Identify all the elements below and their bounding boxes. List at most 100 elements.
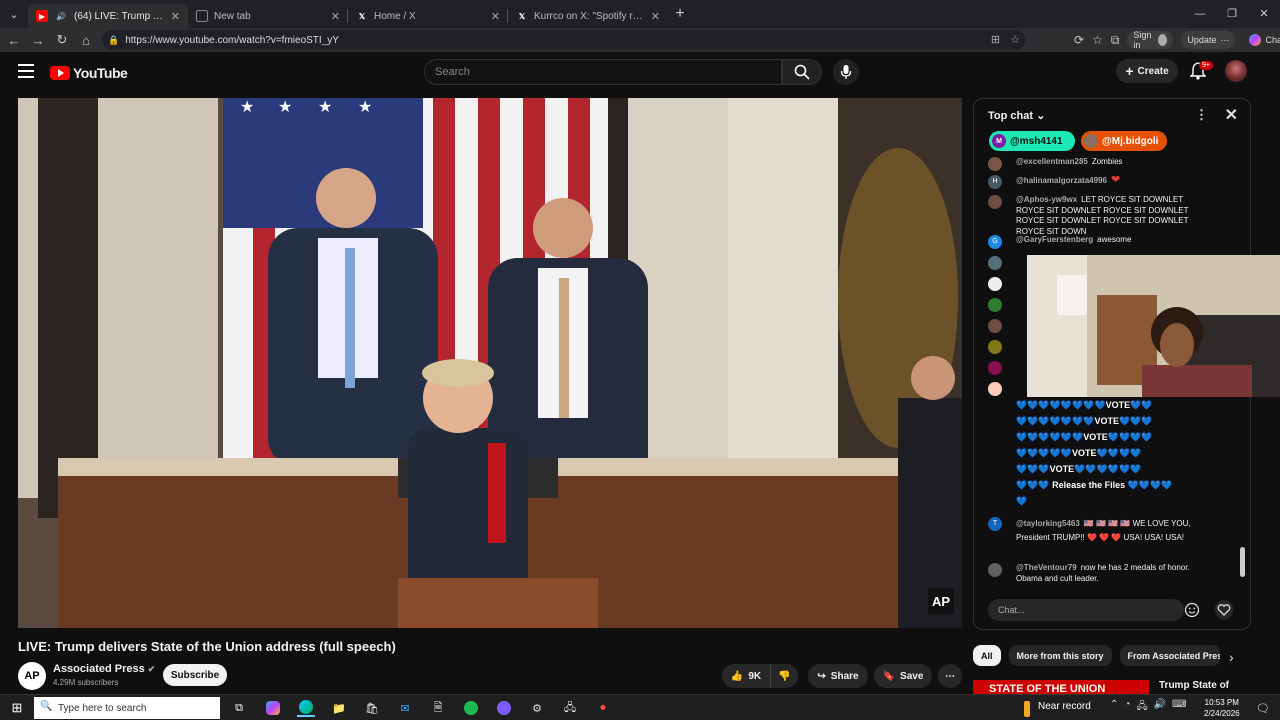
sign-in-button[interactable]: Sign in	[1127, 30, 1174, 50]
app-icon[interactable]: ⚙	[528, 699, 546, 717]
new-tab-button[interactable]: +	[668, 5, 692, 23]
copilot-chat-button[interactable]: Chat	[1243, 31, 1280, 49]
close-tab-icon[interactable]: ✕	[651, 10, 660, 23]
hamburger-menu-icon[interactable]	[18, 64, 34, 82]
language-icon[interactable]: ⌨	[1172, 699, 1186, 716]
chat-avatar	[988, 157, 1002, 171]
favorite-star-icon[interactable]: ☆	[1010, 33, 1020, 46]
youtube-logo[interactable]: YouTube	[50, 65, 128, 81]
video-title: LIVE: Trump delivers State of the Union …	[18, 639, 396, 654]
home-icon[interactable]: ⌂	[74, 33, 98, 48]
close-tab-icon[interactable]: ✕	[171, 10, 180, 23]
browser-tab-bar: ⌄ ▶ 🔊 (64) LIVE: Trump delivers State ✕ …	[0, 0, 1280, 28]
extensions-icon[interactable]: ⟳	[1074, 33, 1084, 47]
close-tab-icon[interactable]: ✕	[331, 10, 340, 23]
task-view-icon[interactable]: ⧉	[230, 699, 248, 717]
tab-list-icon[interactable]: ⌄	[0, 8, 28, 21]
video-frame: ★ ★ ★ ★	[18, 98, 962, 628]
chip-all[interactable]: All	[973, 645, 1001, 666]
forward-icon[interactable]: →	[26, 33, 50, 48]
ticker-item[interactable]: @Mj.bidgoli	[1081, 131, 1167, 151]
tab-youtube[interactable]: ▶ 🔊 (64) LIVE: Trump delivers State ✕	[28, 4, 188, 28]
discord-icon[interactable]	[495, 699, 513, 717]
apps-icon[interactable]: ⊞	[991, 33, 1000, 46]
chat-message[interactable]: T @taylorking5463 🇺🇸 🇺🇸 🇺🇸 🇺🇸 WE LOVE YOU,…	[988, 517, 1228, 545]
chat-input[interactable]: Chat...	[988, 599, 1184, 621]
chat-scrollbar-thumb[interactable]	[1240, 547, 1245, 577]
notepad-icon[interactable]: 🗎	[429, 699, 447, 717]
voice-search-button[interactable]	[833, 59, 859, 85]
heart-reaction-icon[interactable]	[1214, 600, 1234, 625]
app-icon[interactable]: 🖧	[561, 699, 579, 717]
obs-icon[interactable]: ⏺	[594, 699, 612, 717]
network-icon[interactable]: 🖧	[1136, 699, 1147, 716]
tab-new[interactable]: New tab ✕	[188, 4, 348, 28]
chat-menu-icon[interactable]: ⋮	[1195, 107, 1208, 123]
favorites-icon[interactable]: ☆	[1092, 33, 1103, 47]
close-chat-icon[interactable]: ✕	[1225, 105, 1238, 125]
search-button[interactable]	[782, 59, 822, 85]
youtube-icon: ▶	[36, 10, 48, 22]
chat-message[interactable]: @excellentman285 Zombies	[988, 157, 1228, 171]
tab-x-home[interactable]: 𝕏 Home / X ✕	[348, 4, 508, 28]
ticker-name: @msh4141	[1010, 135, 1063, 147]
emoji-icon[interactable]	[1184, 602, 1200, 623]
chat-author: @excellentman285	[1016, 157, 1088, 166]
taskbar-clock[interactable]: 10:53 PM 2/24/2026	[1204, 697, 1240, 719]
close-tab-icon[interactable]: ✕	[491, 10, 500, 23]
account-avatar[interactable]	[1225, 60, 1247, 82]
save-button[interactable]: 🔖 Save	[874, 664, 932, 688]
more-actions-button[interactable]: ⋯	[938, 664, 962, 688]
channel-name[interactable]: Associated Press ✔	[53, 663, 155, 675]
maximize-icon[interactable]: ❐	[1216, 0, 1248, 28]
dislike-button[interactable]: 👎	[770, 664, 798, 688]
url-field[interactable]: 🔒 https://www.youtube.com/watch?v=fmieoS…	[102, 30, 1026, 50]
spotify-icon[interactable]	[462, 699, 480, 717]
update-button[interactable]: Update ⋯	[1181, 31, 1236, 49]
taskbar-search[interactable]: 🔍 Type here to search	[34, 697, 220, 719]
notifications-icon[interactable]: 🗨	[1254, 699, 1272, 717]
recommendation-title[interactable]: Trump State of	[1159, 680, 1229, 691]
recommendation-chips: All More from this story From Associated…	[973, 645, 1220, 666]
file-explorer-icon[interactable]: 📁	[330, 699, 348, 717]
chat-message[interactable]: @TheVentour79 now he has 2 medals of hono…	[988, 563, 1228, 584]
mail-icon[interactable]: ✉	[396, 699, 414, 717]
chip-from-associated-press[interactable]: From Associated Press	[1119, 645, 1220, 666]
search-input[interactable]: Search	[424, 59, 782, 85]
ticker-item[interactable]: M @msh4141	[989, 131, 1075, 151]
chip-more-from-story[interactable]: More from this story	[1008, 645, 1112, 666]
chat-message[interactable]: G @GaryFuerstenberg awesome	[988, 235, 1228, 249]
tab-x-kurrco[interactable]: 𝕏 Kurrco on X: "Spotify reveals its la ✕	[508, 4, 668, 28]
audio-playing-icon[interactable]: 🔊	[54, 10, 68, 22]
windows-start-icon[interactable]: ⊞	[8, 699, 26, 717]
thermometer-icon	[1024, 701, 1030, 717]
volume-icon[interactable]: 🔊	[1154, 699, 1166, 716]
close-window-icon[interactable]: ✕	[1248, 0, 1280, 28]
chat-text: awesome	[1097, 235, 1132, 244]
like-button[interactable]: 👍 9K	[722, 664, 770, 688]
chat-author: @Aphos-yw9wx	[1016, 195, 1078, 204]
heart-spam-message[interactable]: 💙💙💙💙💙💙💙💙VOTE💙💙 💙💙💙💙💙💙💙VOTE💙💙💙 💙💙💙💙💙💙VOTE…	[1016, 397, 1216, 509]
chat-message[interactable]: H @halinamalgorzata4996 ❤	[988, 175, 1228, 189]
create-button[interactable]: + Create	[1116, 59, 1178, 83]
copilot-app-icon[interactable]	[264, 699, 282, 717]
chevron-up-icon[interactable]: ⌃	[1110, 699, 1118, 716]
reload-icon[interactable]: ↻	[50, 32, 74, 48]
tray-app-icon[interactable]: ◔	[1124, 699, 1130, 716]
store-icon[interactable]: 🛍	[363, 699, 381, 717]
weather-widget[interactable]: Near record	[1024, 701, 1091, 717]
edge-browser-icon[interactable]	[297, 699, 315, 717]
channel-avatar[interactable]: AP	[18, 662, 46, 690]
share-button[interactable]: ↪ Share	[808, 664, 868, 688]
chat-avatar	[988, 340, 1002, 354]
chat-mode-selector[interactable]: Top chat ⌄	[988, 109, 1045, 122]
chat-message[interactable]: @Aphos-yw9wx LET ROYCE SIT DOWNLET ROYCE …	[988, 195, 1228, 237]
recommendation-thumbnail[interactable]: STATE OF THE UNION	[973, 680, 1149, 694]
chevron-right-icon[interactable]: ›	[1229, 649, 1234, 665]
video-player[interactable]: ★ ★ ★ ★ AP	[18, 98, 962, 628]
subscribe-button[interactable]: Subscribe	[163, 664, 227, 686]
back-icon[interactable]: ←	[2, 33, 26, 48]
collections-icon[interactable]: ⧉	[1111, 33, 1120, 48]
minimize-icon[interactable]: —	[1184, 0, 1216, 28]
lock-icon[interactable]: 🔒	[108, 35, 119, 46]
